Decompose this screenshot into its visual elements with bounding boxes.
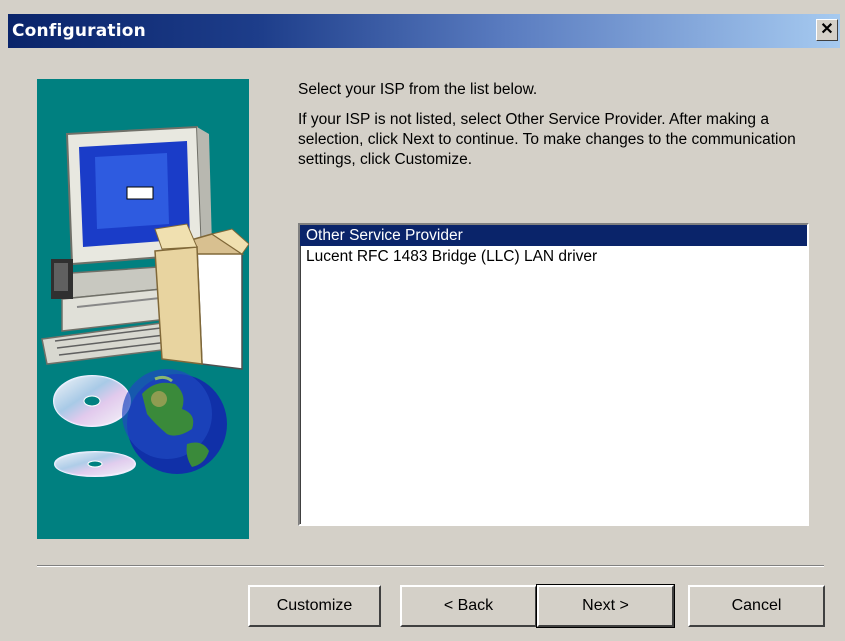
cd-icon — [53, 375, 136, 477]
next-button[interactable]: Next > — [536, 584, 675, 628]
list-item-other-service-provider[interactable]: Other Service Provider — [300, 225, 807, 246]
cancel-button[interactable]: Cancel — [688, 585, 825, 627]
box-icon — [154, 223, 249, 370]
instruction-line-2: If your ISP is not listed, select Other … — [298, 111, 796, 168]
list-item-lucent-rfc-1483[interactable]: Lucent RFC 1483 Bridge (LLC) LAN driver — [300, 246, 807, 267]
instruction-line-1: Select your ISP from the list below. — [298, 81, 538, 98]
globe-icon — [122, 369, 227, 474]
wizard-illustration — [37, 79, 249, 539]
isp-listbox[interactable]: Other Service Provider Lucent RFC 1483 B… — [298, 223, 809, 526]
back-button[interactable]: < Back — [400, 585, 537, 627]
close-button[interactable]: ✕ — [816, 19, 838, 41]
separator — [37, 565, 824, 567]
configuration-dialog: Configuration ✕ Select your ISP from the… — [0, 0, 845, 641]
instructions: Select your ISP from the list below. If … — [298, 80, 818, 180]
title-bar[interactable]: Configuration ✕ — [8, 14, 840, 48]
close-icon: ✕ — [820, 21, 834, 38]
customize-button[interactable]: Customize — [248, 585, 381, 627]
window-title: Configuration — [12, 21, 146, 41]
